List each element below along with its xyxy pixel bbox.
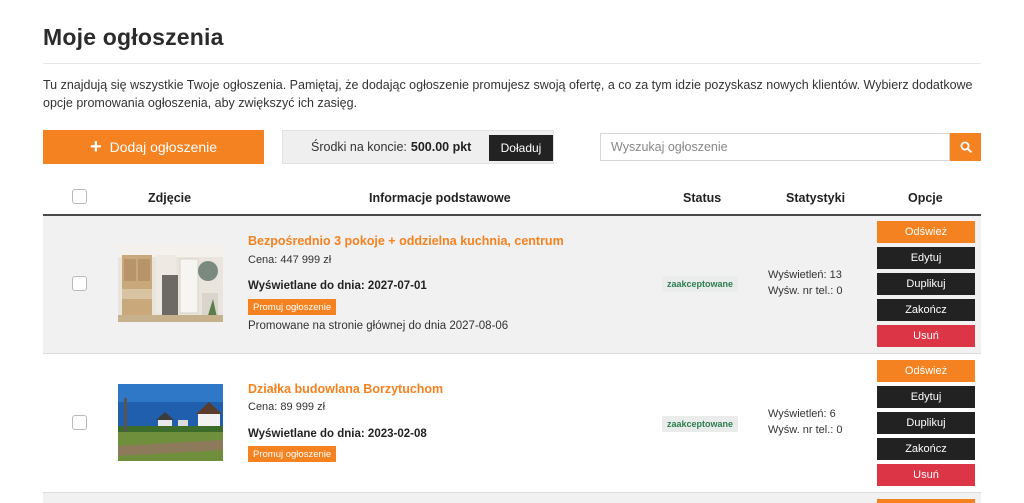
search-icon: [960, 141, 972, 153]
refresh-button[interactable]: [877, 499, 975, 503]
listing-photo: [118, 384, 223, 461]
listing-price: Cena: 89 999 zł: [248, 401, 326, 413]
finish-button[interactable]: Zakończ: [877, 299, 975, 321]
header-info: Informacje podstawowe: [369, 191, 511, 205]
search-button[interactable]: [950, 133, 981, 161]
promote-listing-button[interactable]: Promuj ogłoszenie: [248, 299, 337, 315]
edit-button[interactable]: Edytuj: [877, 386, 975, 408]
listing-stats: Wyświetleń: 6 Wyśw. nr tel.: 0: [768, 406, 842, 438]
phone-views-count: Wyśw. nr tel.: 0: [768, 424, 843, 436]
listing-title[interactable]: Bezpośrednio 3 pokoje + oddzielna kuchni…: [248, 234, 564, 248]
table-row: Działka budowlana Borzytuchom Cena: 89 9…: [43, 354, 981, 492]
table-row: Bezpośrednio 3 pokoje + oddzielna kuchni…: [43, 216, 981, 353]
table-header: Zdjęcie Informacje podstawowe Status Sta…: [43, 183, 981, 216]
table-row: [43, 493, 981, 503]
row-checkbox[interactable]: [72, 415, 87, 430]
header-photo: Zdjęcie: [148, 191, 192, 205]
listing-price: Cena: 447 999 zł: [248, 254, 332, 266]
header-status: Status: [683, 191, 722, 205]
refresh-button[interactable]: Odśwież: [877, 360, 975, 382]
add-listing-label: Dodaj ogłoszenie: [109, 139, 218, 155]
views-count: Wyświetleń: 13: [768, 269, 842, 281]
delete-button[interactable]: Usuń: [877, 325, 975, 347]
page-title: Moje ogłoszenia: [43, 24, 224, 50]
delete-button[interactable]: Usuń: [877, 464, 975, 486]
views-count: Wyświetleń: 6: [768, 408, 836, 420]
balance-label: Środki na koncie:: [311, 140, 407, 154]
listing-title[interactable]: Działka budowlana Borzytuchom: [248, 382, 443, 396]
listing-shown-until: Wyświetlane do dnia: 2027-07-01: [248, 280, 427, 292]
row-checkbox[interactable]: [72, 276, 87, 291]
promote-listing-button[interactable]: Promuj ogłoszenie: [248, 446, 337, 462]
account-balance-box: Środki na koncie: 500.00 pkt Doładuj: [282, 130, 554, 164]
status-badge: zaakceptowane: [662, 276, 739, 292]
listing-stats: Wyświetleń: 13 Wyśw. nr tel.: 0: [768, 267, 842, 299]
title-divider: [43, 63, 981, 64]
finish-button[interactable]: Zakończ: [877, 438, 975, 460]
status-badge: zaakceptowane: [662, 416, 739, 432]
plus-icon: +: [89, 136, 102, 158]
add-listing-button[interactable]: + Dodaj ogłoszenie: [43, 130, 264, 164]
balance-value: 500.00 pkt: [410, 140, 472, 154]
header-options: Opcje: [908, 191, 943, 205]
refresh-button[interactable]: Odśwież: [877, 221, 975, 243]
phone-views-count: Wyśw. nr tel.: 0: [768, 285, 843, 297]
listing-shown-until: Wyświetlane do dnia: 2023-02-08: [248, 428, 427, 440]
listing-photo: [118, 245, 223, 322]
intro-text: Tu znajdują się wszystkie Twoje ogłoszen…: [43, 78, 973, 110]
duplicate-button[interactable]: Duplikuj: [877, 412, 975, 434]
topup-button[interactable]: Doładuj: [489, 135, 553, 161]
select-all-checkbox[interactable]: [72, 189, 87, 204]
header-stats: Statystyki: [786, 191, 846, 205]
promotion-note: Promowane na stronie głównej do dnia 202…: [248, 320, 509, 332]
search-input[interactable]: [600, 133, 950, 161]
edit-button[interactable]: Edytuj: [877, 247, 975, 269]
duplicate-button[interactable]: Duplikuj: [877, 273, 975, 295]
